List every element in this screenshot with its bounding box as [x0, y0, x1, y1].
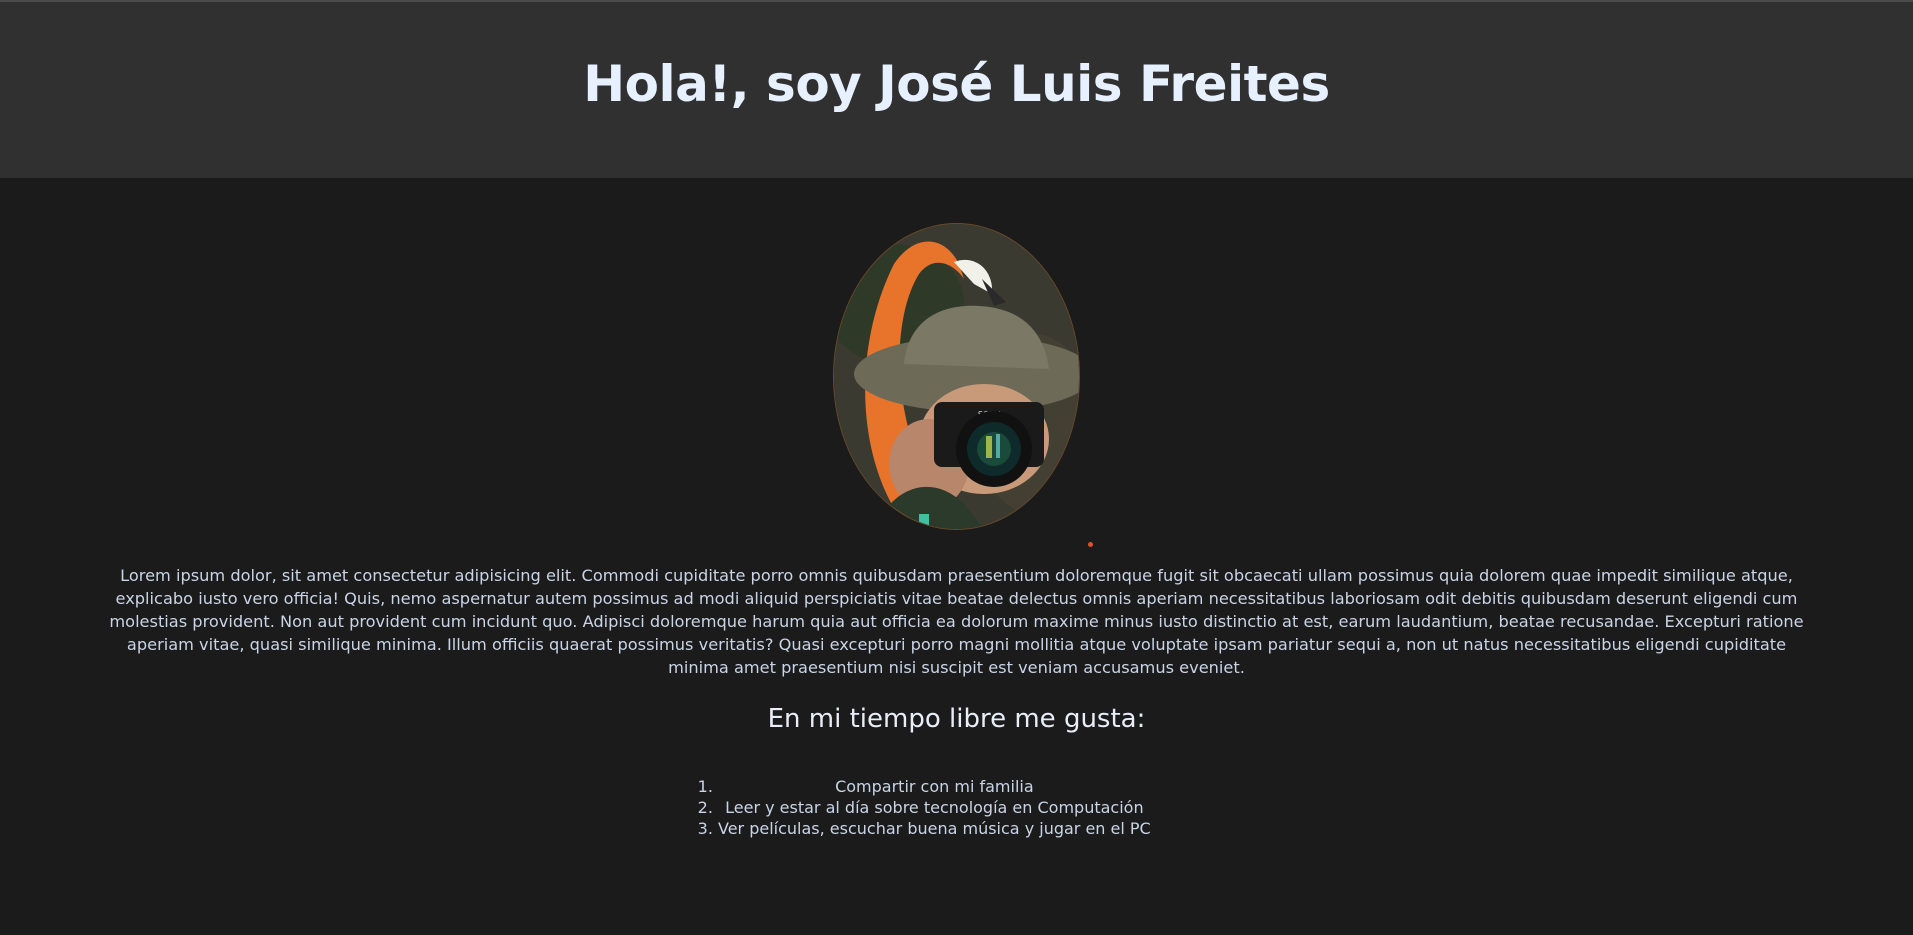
hobbies-list: Compartir con mi familia Leer y estar al… [700, 776, 1151, 839]
accent-dot [1088, 542, 1093, 547]
profile-photo: SONY [833, 223, 1080, 530]
list-item: Compartir con mi familia [718, 776, 1151, 797]
intro-paragraph: Lorem ipsum dolor, sit amet consectetur … [109, 566, 1804, 677]
profile-photo-image: SONY [834, 224, 1079, 529]
list-item: Leer y estar al día sobre tecnología en … [718, 797, 1151, 818]
page-title: Hola!, soy José Luis Freites [583, 55, 1330, 113]
main-content: SONY Lorem ipsum dolor, sit amet consect… [0, 178, 1913, 935]
list-item: Ver películas, escuchar buena música y j… [718, 818, 1151, 839]
page-header: Hola!, soy José Luis Freites [0, 2, 1913, 178]
hobbies-heading: En mi tiempo libre me gusta: [767, 704, 1146, 734]
